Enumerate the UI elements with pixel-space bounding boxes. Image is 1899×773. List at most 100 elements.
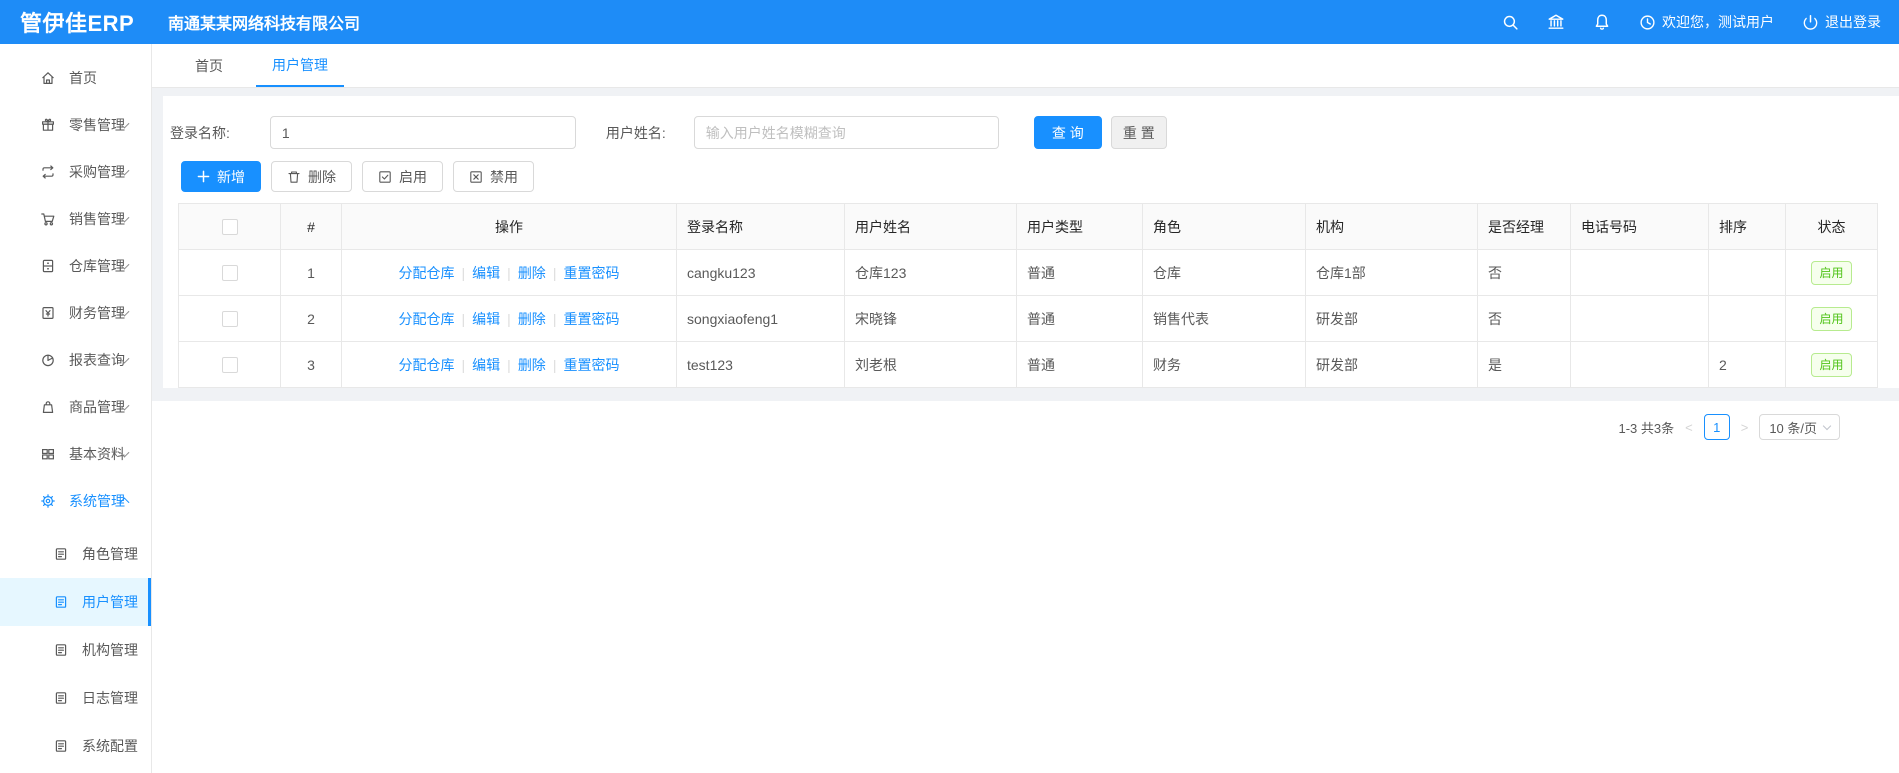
search-icon[interactable]	[1502, 14, 1519, 31]
prev-page-icon[interactable]: <	[1683, 420, 1695, 435]
sidebar-item-label: 财务管理	[69, 304, 125, 321]
col-status-header: 状态	[1785, 203, 1878, 250]
cell-name: 刘老根	[844, 341, 1017, 388]
col-sort-header: 排序	[1708, 203, 1786, 250]
bell-icon[interactable]	[1593, 13, 1611, 31]
x-square-icon	[470, 170, 482, 183]
status-badge: 启用	[1811, 306, 1852, 331]
cell-type: 普通	[1016, 249, 1143, 296]
select-all-checkbox[interactable]	[221, 219, 238, 236]
tab-home[interactable]: 首页	[179, 44, 239, 87]
next-page-icon[interactable]: >	[1739, 420, 1751, 435]
user-name-label: 用户姓名:	[605, 124, 666, 141]
reset-password-link[interactable]: 重置密码	[563, 311, 619, 327]
cell-login: test123	[676, 341, 845, 388]
sidebar-item-system-config[interactable]: 系统配置	[0, 722, 151, 770]
assign-warehouse-link[interactable]: 分配仓库	[399, 357, 455, 373]
sidebar-item-label: 角色管理	[82, 546, 138, 562]
sidebar-item-user-mgmt[interactable]: 用户管理	[0, 578, 151, 626]
row-checkbox[interactable]	[221, 265, 238, 282]
doc-icon	[55, 740, 67, 752]
cell-org: 仓库1部	[1305, 249, 1478, 296]
user-menu[interactable]: 欢迎您，测试用户	[1639, 12, 1774, 32]
edit-link[interactable]: 编辑	[472, 311, 500, 327]
sidebar-item-system[interactable]: 系统管理	[0, 477, 151, 524]
sidebar-item-label: 机构管理	[82, 642, 138, 658]
sidebar-item-warehouse[interactable]: 仓库管理	[0, 242, 151, 289]
pagination: 1-3 共3条 < 1 > 10 条/页	[1618, 414, 1840, 440]
system-gear-icon	[41, 493, 55, 508]
page-size-select[interactable]: 10 条/页	[1759, 414, 1840, 440]
col-actions-header: 操作	[341, 203, 677, 250]
cell-type: 普通	[1016, 295, 1143, 342]
doc-icon	[55, 596, 67, 608]
logout-icon	[1803, 14, 1818, 30]
pagination-total: 1-3 共3条	[1618, 420, 1675, 436]
sidebar-item-label: 系统管理	[69, 492, 125, 509]
logout-button[interactable]: 退出登录	[1802, 12, 1881, 32]
page-number[interactable]: 1	[1703, 414, 1730, 440]
sidebar-item-finance[interactable]: 财务管理	[0, 289, 151, 336]
col-phone-header: 电话号码	[1570, 203, 1709, 250]
cell-name: 仓库123	[844, 249, 1017, 296]
edit-link[interactable]: 编辑	[472, 357, 500, 373]
edit-link[interactable]: 编辑	[472, 265, 500, 281]
sidebar-item-report[interactable]: 报表查询	[0, 336, 151, 383]
sidebar-item-label: 用户管理	[82, 594, 138, 610]
login-name-input[interactable]	[269, 116, 576, 149]
home-icon	[42, 71, 54, 84]
report-icon	[42, 354, 54, 366]
sidebar-item-basedata[interactable]: 基本资料	[0, 430, 151, 477]
enable-button[interactable]: 启用	[362, 161, 443, 192]
reset-password-link[interactable]: 重置密码	[563, 357, 619, 373]
company-name: 南通某某网络科技有限公司	[168, 16, 361, 33]
delete-button[interactable]: 删除	[271, 161, 352, 192]
cell-role: 财务	[1142, 341, 1306, 388]
bottom-panel: 1-3 共3条 < 1 > 10 条/页	[152, 401, 1899, 773]
reset-button[interactable]: 重 置	[1110, 116, 1167, 149]
doc-icon	[55, 644, 67, 656]
warehouse-icon	[42, 259, 54, 272]
col-index-header: #	[280, 203, 342, 250]
app-logo: 管伊佳ERP	[20, 11, 135, 36]
delete-link[interactable]: 删除	[518, 265, 546, 281]
cell-index: 2	[280, 295, 342, 342]
query-button[interactable]: 查 询	[1033, 116, 1102, 149]
plus-icon	[197, 170, 210, 183]
cell-index: 3	[280, 341, 342, 388]
sales-icon	[41, 212, 55, 225]
bank-icon[interactable]	[1547, 13, 1565, 31]
reset-password-link[interactable]: 重置密码	[563, 265, 619, 281]
sidebar-item-role-mgmt[interactable]: 角色管理	[0, 530, 151, 578]
row-checkbox[interactable]	[221, 357, 238, 374]
table-toolbar: 新增 删除 启用 禁用	[163, 161, 1899, 192]
status-badge: 启用	[1811, 352, 1852, 377]
disable-button[interactable]: 禁用	[453, 161, 534, 192]
col-login-header: 登录名称	[676, 203, 845, 250]
sidebar-item-log-mgmt[interactable]: 日志管理	[0, 674, 151, 722]
user-name-input[interactable]	[693, 116, 999, 149]
add-button[interactable]: 新增	[181, 161, 261, 192]
sidebar-item-retail[interactable]: 零售管理	[0, 101, 151, 148]
tab-user-mgmt[interactable]: 用户管理	[256, 44, 344, 87]
sidebar-item-org-mgmt[interactable]: 机构管理	[0, 626, 151, 674]
basedata-icon	[41, 448, 55, 459]
col-role-header: 角色	[1142, 203, 1306, 250]
sidebar-item-sales[interactable]: 销售管理	[0, 195, 151, 242]
cell-actions: 分配仓库 | 编辑 | 删除 | 重置密码	[341, 341, 677, 388]
assign-warehouse-link[interactable]: 分配仓库	[399, 311, 455, 327]
delete-link[interactable]: 删除	[518, 357, 546, 373]
col-manager-header: 是否经理	[1477, 203, 1571, 250]
row-checkbox[interactable]	[221, 311, 238, 328]
delete-link[interactable]: 删除	[518, 311, 546, 327]
tab-bar: 首页 用户管理	[152, 44, 1899, 88]
cell-manager: 是	[1477, 341, 1571, 388]
assign-warehouse-link[interactable]: 分配仓库	[399, 265, 455, 281]
sidebar-item-home[interactable]: 首页	[0, 54, 151, 101]
sidebar-item-purchase[interactable]: 采购管理	[0, 148, 151, 195]
doc-icon	[55, 692, 67, 704]
sidebar-item-label: 仓库管理	[69, 257, 125, 274]
top-header: 管伊佳ERP 南通某某网络科技有限公司 欢迎您，测试用户 退出登录	[0, 0, 1899, 44]
page-size-value: 10 条/页	[1769, 420, 1817, 436]
sidebar-item-goods[interactable]: 商品管理	[0, 383, 151, 430]
